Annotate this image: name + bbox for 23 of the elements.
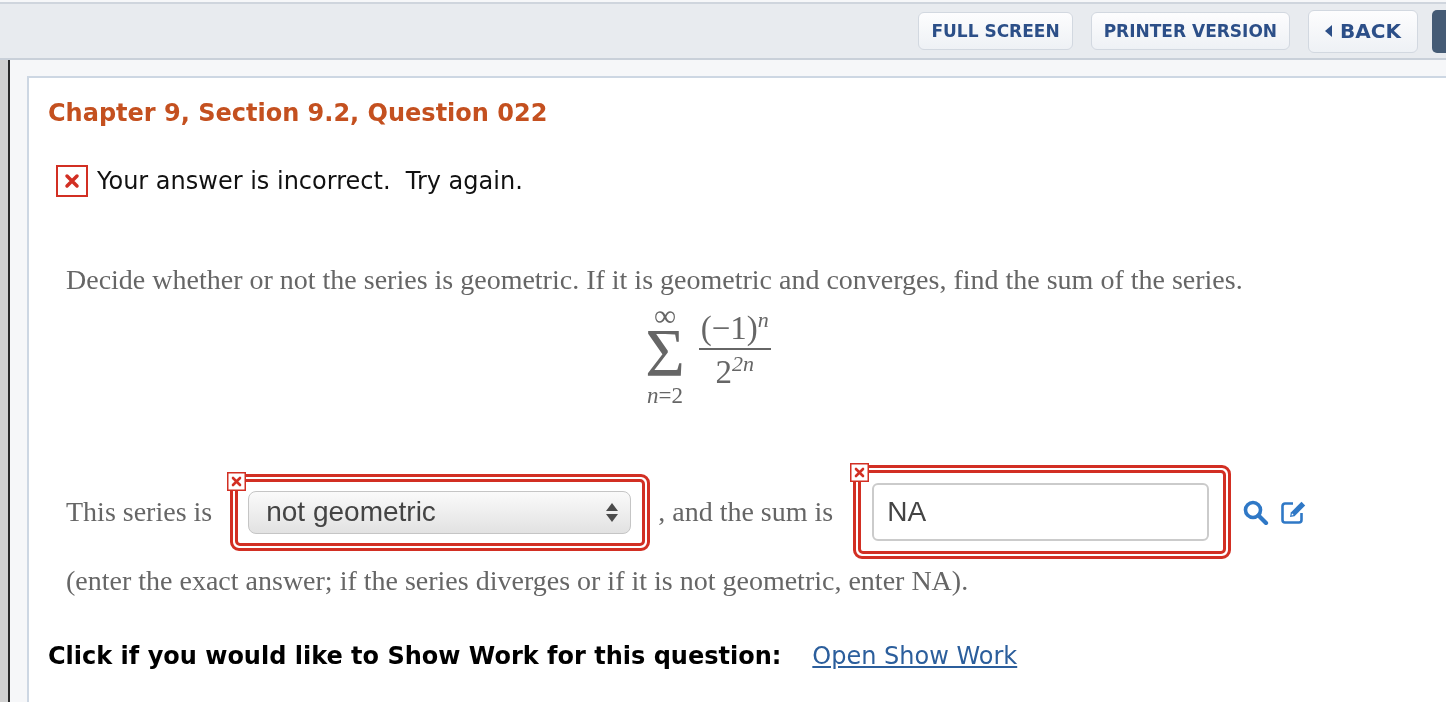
toolbar-button[interactable] [1432, 9, 1446, 53]
summation-sign: Σ [645, 325, 685, 379]
up-down-arrow-icon [606, 502, 619, 522]
caret-icon [1325, 25, 1333, 37]
question-text: Decide whether or not the series is geometric. If it is geometric and converges, find the sum of the series. [66, 263, 1244, 297]
answer-input[interactable]: NA [872, 483, 1210, 541]
answer-label: This series is [66, 495, 213, 529]
denominator: 2$^{2n}$ [714, 354, 756, 390]
back-button[interactable]: BACK [1308, 9, 1418, 53]
show-work-label: Click if you would like to Show Work for this question: [48, 641, 782, 671]
toolbar-button[interactable]: PRINTER VERSION [1090, 12, 1291, 50]
question-title: Chapter 9, Section 9.2, Question 022 [48, 98, 549, 128]
feedback-message: Your answer is incorrect. Try again. [97, 166, 523, 196]
upper-limit: ∞ [653, 307, 676, 325]
numerator: (−1)$^{n}$ [699, 310, 770, 346]
toolbar-button[interactable]: FULL SCREEN [918, 12, 1073, 50]
answer-select[interactable]: not geometric [248, 490, 632, 534]
instruction-text: (enter the exact answer; if the series diverges or if it is not geometric, enter NA). [66, 564, 970, 598]
lower-limit: n=2 [646, 385, 683, 407]
answer-label: , and the sum is [658, 495, 834, 529]
search-icon[interactable] [1242, 499, 1270, 525]
show-work-link[interactable]: Open Show Work [812, 641, 1018, 671]
edit-icon[interactable] [1280, 499, 1308, 525]
